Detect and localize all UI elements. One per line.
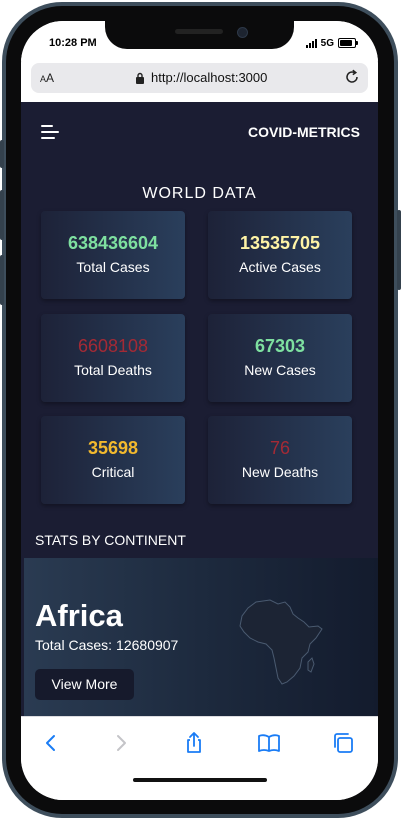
stat-value: 76	[269, 438, 291, 458]
mute-switch	[0, 140, 4, 168]
reload-icon[interactable]	[344, 69, 360, 85]
stat-card-total-cases[interactable]: 638436604 Total Cases	[41, 211, 185, 299]
network-label: 5G	[320, 37, 334, 49]
tabs-icon[interactable]	[332, 731, 356, 755]
continent-total-label: Total Cases:	[35, 637, 113, 653]
volume-down-button	[0, 255, 4, 305]
status-time: 10:28 PM	[49, 37, 97, 49]
front-camera	[237, 27, 248, 38]
stat-value: 35698	[87, 438, 139, 458]
continents-title: STATS BY CONTINENT	[35, 532, 186, 548]
system-icons: 5G	[305, 37, 358, 49]
bookmarks-icon[interactable]	[257, 731, 281, 755]
power-button	[397, 210, 401, 290]
stat-label: New Cases	[244, 362, 316, 378]
forward-icon[interactable]	[109, 731, 133, 755]
world-data-title: WORLD DATA	[142, 185, 257, 202]
browser-toolbar	[21, 716, 378, 800]
stat-card-total-deaths[interactable]: 6608108 Total Deaths	[41, 314, 185, 402]
stat-card-critical[interactable]: 35698 Critical	[41, 416, 185, 504]
status-bar: 10:28 PM 5G	[21, 21, 378, 61]
brand-title[interactable]: COVID-METRICS	[248, 124, 360, 140]
url-text: http://localhost:3000	[151, 70, 268, 85]
stat-value: 13535705	[239, 233, 321, 253]
continent-card-africa[interactable]: Africa Total Cases: 12680907 View More	[24, 558, 378, 716]
stat-card-active-cases[interactable]: 13535705 Active Cases	[208, 211, 352, 299]
app-content: COVID-METRICS WORLD DATA 638436604 Total…	[21, 102, 378, 716]
continent-total: Total Cases: 12680907	[35, 637, 178, 653]
stat-label: Total Cases	[76, 259, 150, 275]
stat-card-new-deaths[interactable]: 76 New Deaths	[208, 416, 352, 504]
screen: 10:28 PM 5G AA http://localhost:3000 COV…	[21, 21, 378, 800]
notch	[105, 21, 294, 49]
reader-settings-button[interactable]: AA	[40, 71, 54, 85]
stat-label: New Deaths	[241, 464, 319, 480]
stat-value: 638436604	[67, 233, 159, 253]
speaker	[175, 29, 223, 34]
signal-icon	[305, 38, 317, 48]
stat-label: Active Cases	[239, 259, 321, 275]
address-bar[interactable]: AA http://localhost:3000	[31, 63, 368, 93]
continent-total-value: 12680907	[116, 637, 179, 653]
lock-icon	[136, 72, 144, 84]
stat-value: 6608108	[77, 336, 149, 356]
share-icon[interactable]	[182, 731, 206, 755]
home-indicator[interactable]	[133, 778, 267, 782]
stat-value: 67303	[254, 336, 306, 356]
stat-label: Critical	[91, 464, 135, 480]
battery-icon	[338, 38, 358, 48]
africa-map	[239, 599, 323, 685]
stat-card-new-cases[interactable]: 67303 New Cases	[208, 314, 352, 402]
stat-label: Total Deaths	[74, 362, 152, 378]
url-display[interactable]: http://localhost:3000	[135, 70, 267, 85]
volume-up-button	[0, 190, 4, 240]
back-icon[interactable]	[39, 731, 63, 755]
continent-name: Africa	[35, 598, 123, 633]
view-more-button[interactable]: View More	[35, 669, 134, 700]
hamburger-icon[interactable]	[41, 124, 61, 140]
